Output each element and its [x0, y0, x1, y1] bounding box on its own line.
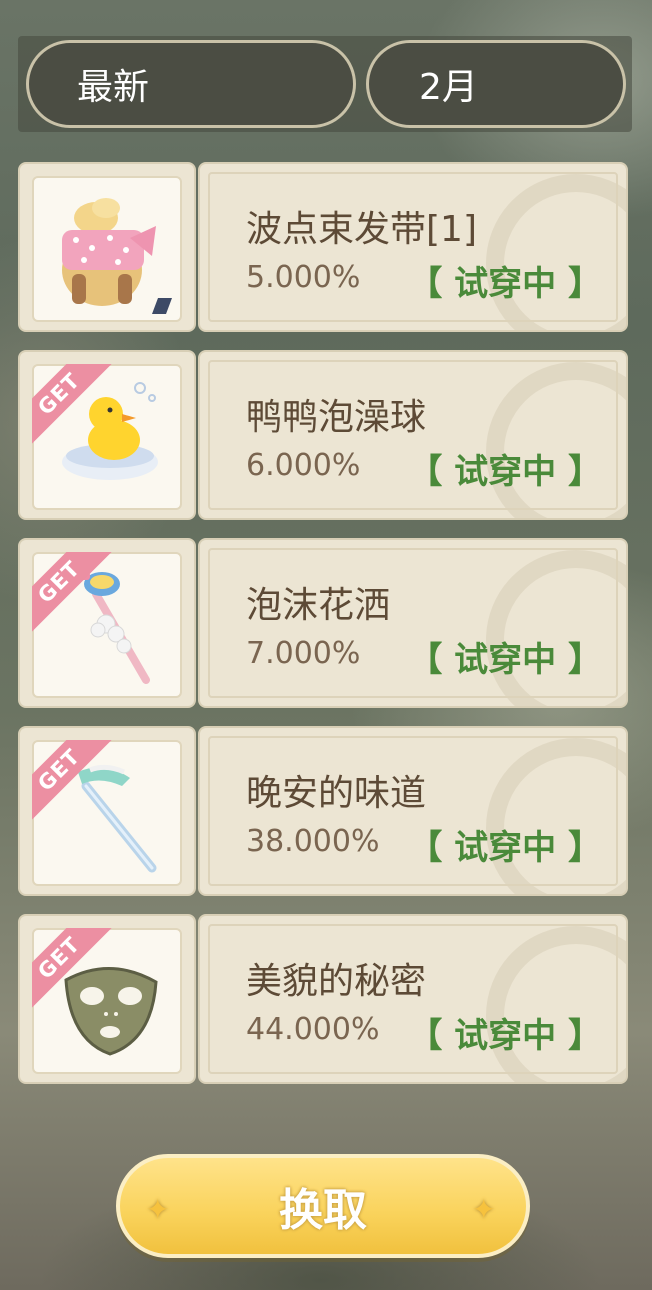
item-card[interactable]: GET 泡沫花洒 7.000% 【 试穿中 】 [18, 538, 628, 708]
item-card[interactable]: GET 鸭鸭泡澡球 6.000% 【 试穿中 】 [18, 350, 628, 520]
item-thumb-frame [18, 162, 196, 332]
try-on-status[interactable]: 【 试穿中 】 [408, 444, 602, 493]
exchange-button[interactable]: ✦ 换取 ✦ [116, 1154, 530, 1258]
item-info-panel: 波点束发带[1] 5.000% 【 试穿中 】 [198, 162, 628, 332]
item-info-panel: 泡沫花洒 7.000% 【 试穿中 】 [198, 538, 628, 708]
item-rate: 5.000% [246, 260, 361, 295]
item-thumb-frame: GET [18, 914, 196, 1084]
item-thumb-frame: GET [18, 538, 196, 708]
item-card[interactable]: GET 晚安的味道 38.000% 【 试穿中 】 [18, 726, 628, 896]
foam-wand-icon [32, 552, 182, 698]
item-card[interactable]: GET 美貌的秘密 44.000% 【 试穿中 】 [18, 914, 628, 1084]
item-name: 波点束发带[1] [246, 209, 477, 250]
rubber-duck-icon [32, 364, 182, 510]
try-on-status[interactable]: 【 试穿中 】 [408, 256, 602, 305]
face-mask-icon [32, 928, 182, 1074]
sort-filter-label: 最新 [77, 67, 150, 108]
item-thumb-frame: GET [18, 350, 196, 520]
item-name: 晚安的味道 [246, 773, 427, 814]
item-rate: 6.000% [246, 448, 361, 483]
try-on-status[interactable]: 【 试穿中 】 [408, 632, 602, 681]
item-rate: 38.000% [246, 824, 380, 859]
item-thumb-frame: GET [18, 726, 196, 896]
item-info-panel: 晚安的味道 38.000% 【 试穿中 】 [198, 726, 628, 896]
try-on-status[interactable]: 【 试穿中 】 [408, 1008, 602, 1057]
month-filter-button[interactable]: 2月 [366, 40, 626, 128]
item-name: 泡沫花洒 [246, 585, 391, 626]
item-info-panel: 鸭鸭泡澡球 6.000% 【 试穿中 】 [198, 350, 628, 520]
item-name: 美貌的秘密 [246, 961, 427, 1002]
item-name: 鸭鸭泡澡球 [246, 397, 427, 438]
sparkle-icon: ✦ [146, 1193, 170, 1226]
toothbrush-icon [32, 740, 182, 886]
polka-hairband-icon [32, 176, 182, 322]
item-card[interactable]: 波点束发带[1] 5.000% 【 试穿中 】 [18, 162, 628, 332]
item-rate: 44.000% [246, 1012, 380, 1047]
try-on-status[interactable]: 【 试穿中 】 [408, 820, 602, 869]
item-info-panel: 美貌的秘密 44.000% 【 试穿中 】 [198, 914, 628, 1084]
sparkle-icon: ✦ [472, 1193, 496, 1226]
exchange-label: 换取 [279, 1185, 367, 1236]
sort-filter-button[interactable]: 最新 [26, 40, 356, 128]
item-rate: 7.000% [246, 636, 361, 671]
month-filter-label: 2月 [419, 67, 478, 108]
